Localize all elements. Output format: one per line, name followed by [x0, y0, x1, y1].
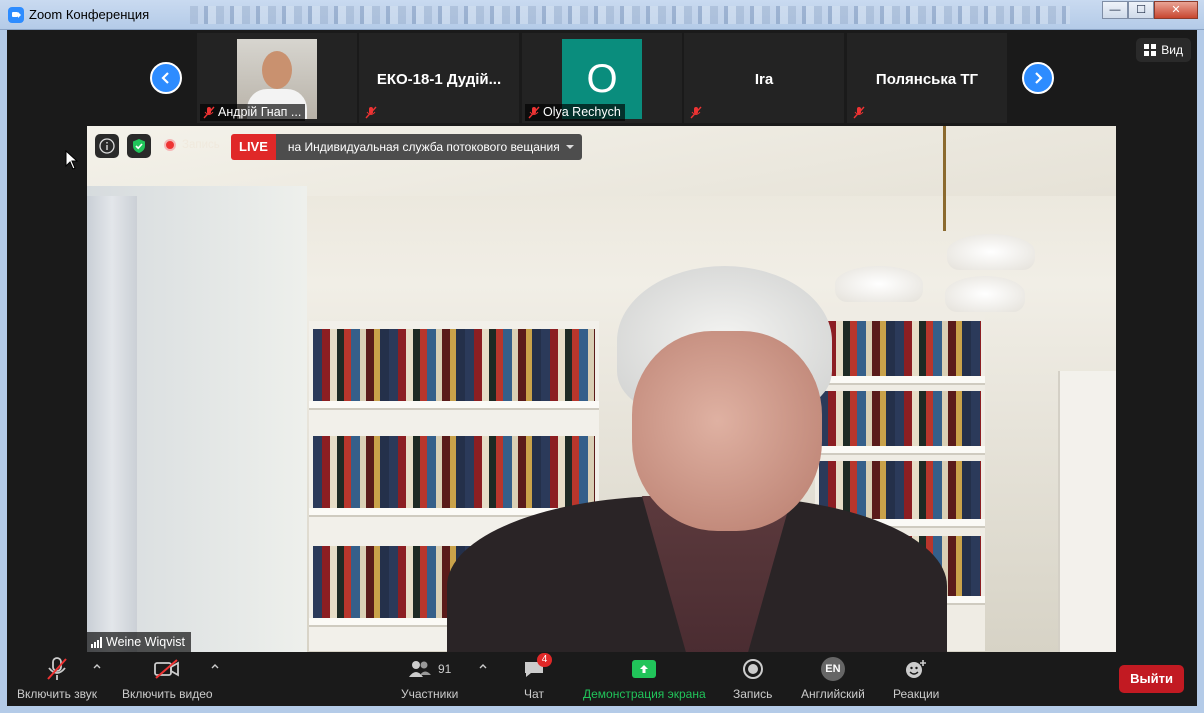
chat-button[interactable]: 4 Чат — [523, 653, 552, 706]
maximize-button[interactable]: ☐ — [1128, 1, 1154, 19]
participant-strip: Андрій Гнап ... ЕКО-18-1 Дудій... O Olya… — [7, 30, 1197, 125]
info-icon — [99, 138, 115, 154]
participants-count: 91 — [437, 662, 452, 676]
video-options-caret-icon[interactable] — [209, 660, 221, 672]
view-button-label: Вид — [1161, 43, 1183, 57]
share-screen-icon — [632, 660, 657, 678]
participant-name-label: Olya Rechych — [525, 104, 625, 121]
unmute-label: Включить звук — [17, 687, 98, 701]
participant-tile[interactable]: Андрій Гнап ... — [197, 33, 357, 123]
active-speaker-video[interactable]: Запись LIVE на Индивидуальная служба пот… — [87, 126, 1116, 652]
view-button[interactable]: Вид — [1136, 38, 1191, 62]
participant-name-label: Андрій Гнап ... — [200, 104, 306, 121]
meeting-window: Андрій Гнап ... ЕКО-18-1 Дудій... O Olya… — [7, 30, 1197, 706]
next-page-button[interactable] — [1022, 62, 1054, 94]
live-badge: LIVE — [231, 134, 276, 160]
background-taskbar-strip — [190, 6, 1070, 24]
reactions-label: Реакции — [893, 687, 940, 701]
lamp-shade — [945, 276, 1025, 312]
participant-tile[interactable]: O Olya Rechych — [522, 33, 682, 123]
window-controls: — ☐ ✕ — [1102, 1, 1198, 19]
door — [1058, 371, 1116, 652]
window-title: Zoom Конференция — [29, 7, 150, 22]
record-icon — [742, 659, 763, 679]
participants-button[interactable]: 91 Участники — [401, 654, 458, 706]
participant-tile[interactable]: Ira — [684, 33, 844, 123]
start-video-label: Включить видео — [122, 687, 213, 701]
window-frame-left — [0, 30, 7, 713]
lamp — [943, 126, 946, 231]
smiley-reaction-icon — [906, 660, 927, 678]
record-button[interactable]: Запись — [733, 654, 772, 706]
participants-label: Участники — [401, 687, 459, 701]
participant-tile[interactable]: Полянська ТГ — [847, 33, 1007, 123]
participant-name: Андрій Гнап ... — [218, 105, 302, 119]
speaker-name: Weine Wiqvist — [106, 635, 185, 649]
mic-muted-icon — [528, 106, 540, 119]
window-frame-right — [1197, 30, 1204, 713]
lamp-shade — [947, 234, 1035, 270]
live-stream-target-dropdown[interactable]: на Индивидуальная служба потокового веща… — [275, 134, 582, 160]
minimize-button[interactable]: — — [1102, 1, 1128, 19]
audio-options-caret-icon[interactable] — [91, 660, 103, 672]
chat-label: Чат — [524, 687, 544, 701]
participant-name: Olya Rechych — [543, 105, 621, 119]
grid-view-icon — [1144, 44, 1157, 56]
encryption-button[interactable] — [127, 134, 151, 158]
chat-unread-badge: 4 — [537, 653, 552, 667]
window-title-bar[interactable]: Zoom Конференция — ☐ ✕ — [0, 0, 1204, 30]
close-window-button[interactable]: ✕ — [1154, 1, 1198, 19]
shield-check-icon — [133, 139, 145, 153]
start-video-button[interactable]: Включить видео — [122, 654, 213, 706]
zoom-app-icon — [8, 7, 24, 23]
participants-icon — [408, 661, 431, 677]
recording-dot-icon — [164, 139, 176, 151]
mic-muted-icon — [47, 657, 67, 680]
participant-name-label — [362, 104, 384, 121]
connection-signal-icon — [91, 636, 102, 648]
share-screen-button[interactable]: Демонстрация экрана — [583, 654, 706, 706]
previous-page-button[interactable] — [150, 62, 182, 94]
curtain — [87, 196, 137, 652]
participant-name: ЕКО-18-1 Дудій... — [376, 71, 502, 88]
window-frame-bottom — [0, 706, 1204, 713]
leave-meeting-button[interactable]: Выйти — [1119, 665, 1184, 693]
participant-name-label — [687, 104, 709, 121]
record-label: Запись — [733, 687, 773, 701]
mic-muted-icon — [853, 106, 865, 119]
mic-muted-icon — [365, 106, 377, 119]
chevron-left-icon — [161, 72, 169, 84]
mic-muted-icon — [690, 106, 702, 119]
mic-muted-icon — [203, 106, 215, 119]
participants-options-caret-icon[interactable] — [477, 660, 489, 672]
chevron-right-icon — [1035, 72, 1043, 84]
recording-indicator[interactable]: Запись — [164, 139, 220, 151]
speaker-face — [632, 331, 822, 531]
interpretation-button[interactable]: EN Английский — [801, 654, 865, 706]
meeting-toolbar: Включить звук Включить видео 91 Участник… — [7, 653, 1197, 706]
participant-tile[interactable]: ЕКО-18-1 Дудій... — [359, 33, 519, 123]
recording-label: Запись — [182, 139, 220, 151]
share-screen-label: Демонстрация экрана — [583, 687, 706, 701]
participant-name: Полянська ТГ — [875, 71, 979, 88]
reactions-button[interactable]: Реакции — [893, 654, 939, 706]
video-off-icon — [154, 659, 180, 679]
meeting-info-button[interactable] — [95, 134, 119, 158]
language-label: Английский — [801, 687, 865, 701]
speaker-name-tag: Weine Wiqvist — [87, 632, 191, 652]
live-stream-bar[interactable]: LIVE на Индивидуальная служба потокового… — [231, 134, 582, 160]
lamp-shade — [835, 266, 923, 302]
unmute-button[interactable]: Включить звук — [17, 654, 97, 706]
participant-name-label — [850, 104, 872, 121]
language-globe-icon: EN — [820, 657, 845, 681]
participant-name: Ira — [754, 71, 774, 88]
